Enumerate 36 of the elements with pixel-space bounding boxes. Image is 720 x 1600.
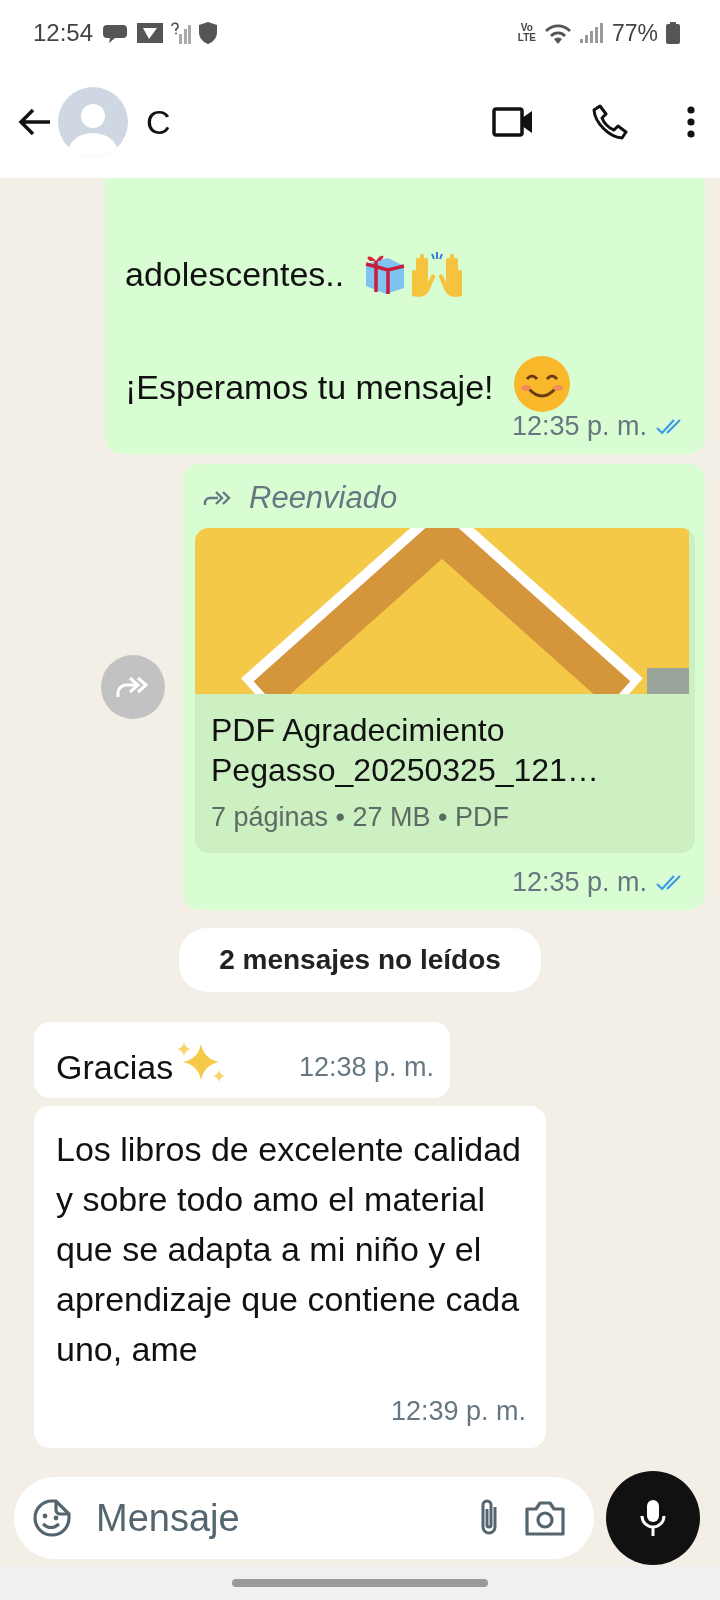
back-arrow-icon[interactable] bbox=[18, 107, 52, 137]
battery-percentage: 77% bbox=[611, 19, 658, 47]
forward-icon bbox=[116, 675, 150, 699]
app-logo-icon bbox=[137, 23, 164, 43]
message-time: 12:39 p. m. bbox=[389, 1395, 526, 1428]
signal-unknown-icon bbox=[171, 22, 192, 44]
camera-icon[interactable] bbox=[524, 1500, 566, 1536]
forwarded-icon bbox=[203, 489, 233, 507]
wifi-icon bbox=[543, 22, 572, 44]
message-text: Gracias bbox=[56, 1047, 174, 1088]
unread-messages-divider: 2 mensajes no leídos bbox=[179, 928, 541, 992]
smiling-face-icon bbox=[512, 355, 571, 413]
more-options-icon[interactable] bbox=[686, 106, 696, 138]
message-line: adolescentes.. bbox=[125, 249, 685, 299]
message-input-field[interactable]: Mensaje bbox=[94, 1495, 454, 1541]
contact-name[interactable]: C bbox=[146, 102, 171, 142]
document-title: PDF Agradecimiento Pegasso_20250325_121… bbox=[211, 711, 600, 790]
video-call-icon[interactable] bbox=[492, 107, 534, 137]
sticker-icon[interactable] bbox=[32, 1498, 72, 1538]
microphone-icon bbox=[639, 1498, 667, 1538]
clock: 12:54 bbox=[33, 19, 94, 47]
message-line: ¡Esperamos tu mensaje! bbox=[125, 355, 685, 407]
battery-icon bbox=[666, 22, 680, 44]
message-input-field[interactable]: Mensaje bbox=[14, 1477, 594, 1559]
message-time: 12:38 p. m. bbox=[298, 1051, 434, 1084]
message-text: Los libros de excelente calidad y sobre todo amo el material que se adapta a mi niño y el aprendizaje que contiene cada uno, ame bbox=[56, 1129, 522, 1370]
shield-icon bbox=[199, 22, 218, 44]
forwarded-label: Reenviado bbox=[249, 480, 398, 516]
volte-indicator: Vo LTE bbox=[517, 23, 536, 43]
message-time: 12:35 p. m. bbox=[511, 867, 647, 898]
document-details: 7 páginas • 27 MB • PDF bbox=[211, 802, 511, 833]
phone-icon[interactable] bbox=[592, 104, 628, 140]
message-time: 12:35 p. m. bbox=[511, 411, 647, 442]
document-card[interactable]: PDF Agradecimiento Pegasso_20250325_121… 7 páginas • 27 MB • PDF bbox=[195, 528, 695, 853]
signal-icon bbox=[579, 23, 604, 43]
chat-bubble-icon bbox=[103, 22, 130, 44]
